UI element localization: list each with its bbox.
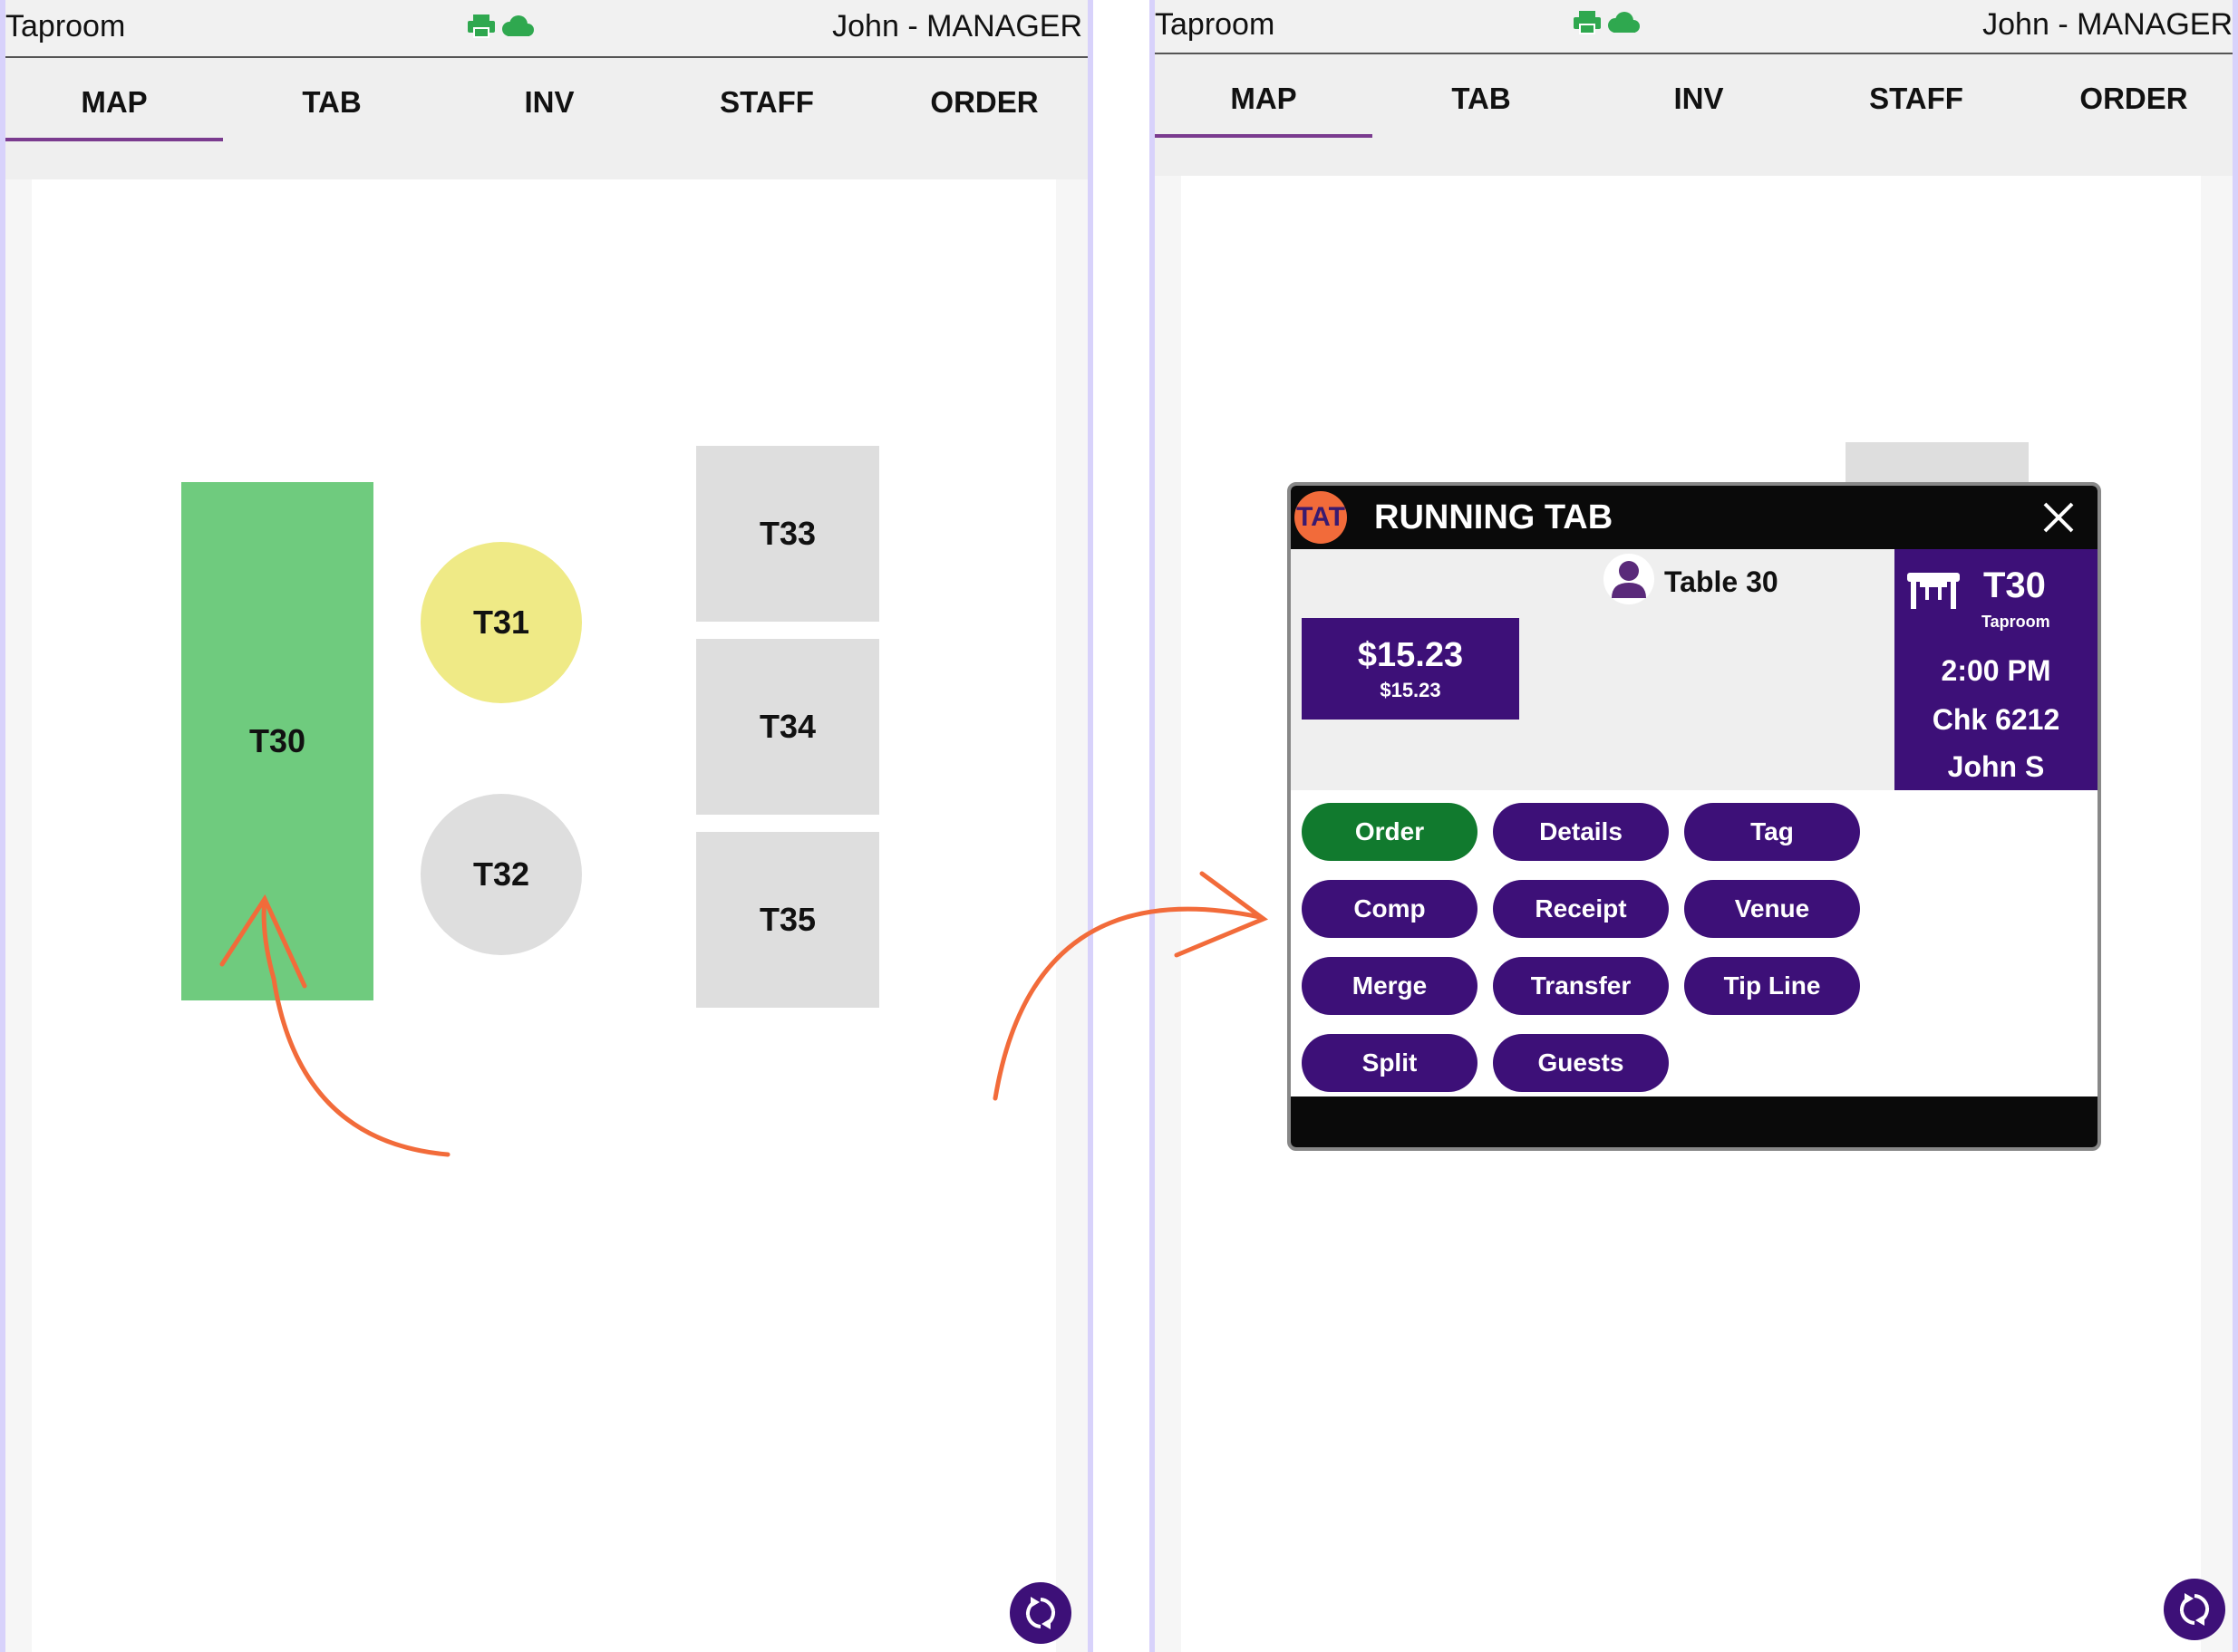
status-icons <box>468 13 540 44</box>
transfer-button[interactable]: Transfer <box>1493 957 1669 1015</box>
left-gutter <box>5 179 32 1652</box>
venue-title: Taproom <box>5 9 126 43</box>
cloud-icon <box>1608 12 1640 33</box>
table-t31[interactable]: T31 <box>421 542 582 703</box>
status-icons-2 <box>1574 9 1646 41</box>
left-screen-content: Taproom John - MANAGER MAP TAB INV STAFF… <box>5 0 1088 1652</box>
tab-map[interactable]: MAP <box>5 58 223 179</box>
tab-order[interactable]: ORDER <box>876 58 1088 179</box>
close-icon[interactable] <box>2036 495 2081 540</box>
floor-map: T30 T31 T32 T33 T34 T35 <box>32 179 1056 1652</box>
left-gutter-2 <box>1155 176 1181 1652</box>
order-button[interactable]: Order <box>1302 803 1477 861</box>
amount-subtotal: $15.23 <box>1380 679 1441 701</box>
tab-info-panel: Table 30 $15.23 $15.23 <box>1291 549 1894 790</box>
right-gutter-2 <box>2201 176 2233 1652</box>
refresh-button[interactable] <box>1010 1582 1071 1644</box>
open-time: 2:00 PM <box>1941 654 2051 687</box>
tab-inv[interactable]: INV <box>441 58 658 179</box>
merge-button[interactable]: Merge <box>1302 957 1477 1015</box>
table-code: T30 <box>1983 565 2046 605</box>
user-label: John - MANAGER <box>832 9 1082 43</box>
tag-button[interactable]: Tag <box>1684 803 1860 861</box>
refresh-icon <box>1025 1597 1056 1629</box>
tab-staff[interactable]: STAFF <box>1807 54 2025 176</box>
app-logo: TAT <box>1294 491 1347 544</box>
tip-line-button[interactable]: Tip Line <box>1684 957 1860 1015</box>
app-header: Taproom John - MANAGER <box>5 0 1088 58</box>
server-name: John S <box>1947 750 2045 783</box>
printer-icon <box>468 14 534 38</box>
receipt-button[interactable]: Receipt <box>1493 880 1669 938</box>
refresh-icon <box>2179 1593 2210 1626</box>
guests-button[interactable]: Guests <box>1493 1034 1669 1092</box>
tab-summary-panel: T30 Taproom 2:00 PM Chk 6212 John S <box>1894 549 2098 790</box>
dialog-header: TAT RUNNING TAB <box>1291 486 2098 549</box>
tab-tab[interactable]: TAB <box>223 58 441 179</box>
tab-tab[interactable]: TAB <box>1372 54 1590 176</box>
table-t30[interactable]: T30 <box>181 482 373 1000</box>
user-label-2: John - MANAGER <box>1982 7 2233 42</box>
table-icon <box>1907 573 1960 609</box>
tab-map[interactable]: MAP <box>1155 54 1372 176</box>
comp-button[interactable]: Comp <box>1302 880 1477 938</box>
split-button[interactable]: Split <box>1302 1034 1477 1092</box>
refresh-button-2[interactable] <box>2164 1579 2225 1640</box>
dialog-title: RUNNING TAB <box>1374 498 1613 536</box>
amount-total: $15.23 <box>1357 636 1464 674</box>
printer-icon <box>1574 11 1640 34</box>
check-number: Chk 6212 <box>1932 703 2060 736</box>
table-t33-behind <box>1846 442 2029 488</box>
tab-staff[interactable]: STAFF <box>658 58 876 179</box>
left-screen: Taproom John - MANAGER MAP TAB INV STAFF… <box>0 0 1093 1652</box>
details-button[interactable]: Details <box>1493 803 1669 861</box>
amount-box[interactable]: $15.23 $15.23 <box>1302 618 1519 720</box>
tab-inv[interactable]: INV <box>1590 54 1807 176</box>
person-icon <box>1603 554 1654 604</box>
venue-button[interactable]: Venue <box>1684 880 1860 938</box>
main-nav-2: MAP TAB INV STAFF ORDER <box>1155 54 2233 176</box>
table-t32[interactable]: T32 <box>421 794 582 955</box>
table-name: Table 30 <box>1664 565 1778 598</box>
table-t35[interactable]: T35 <box>696 832 879 1008</box>
area-name: Taproom <box>1981 613 2050 631</box>
main-nav: MAP TAB INV STAFF ORDER <box>5 58 1088 179</box>
table-t33[interactable]: T33 <box>696 446 879 622</box>
app-header-2: Taproom John - MANAGER <box>1155 0 2233 54</box>
venue-title-2: Taproom <box>1155 7 1275 42</box>
cloud-icon <box>502 15 534 36</box>
right-gutter <box>1056 179 1088 1652</box>
dialog-footer <box>1291 1097 2098 1147</box>
table-t34[interactable]: T34 <box>696 639 879 815</box>
tab-order[interactable]: ORDER <box>2025 54 2233 176</box>
running-tab-dialog: TAT RUNNING TAB Table 30 $15.23 $15.23 T… <box>1287 482 2101 1151</box>
